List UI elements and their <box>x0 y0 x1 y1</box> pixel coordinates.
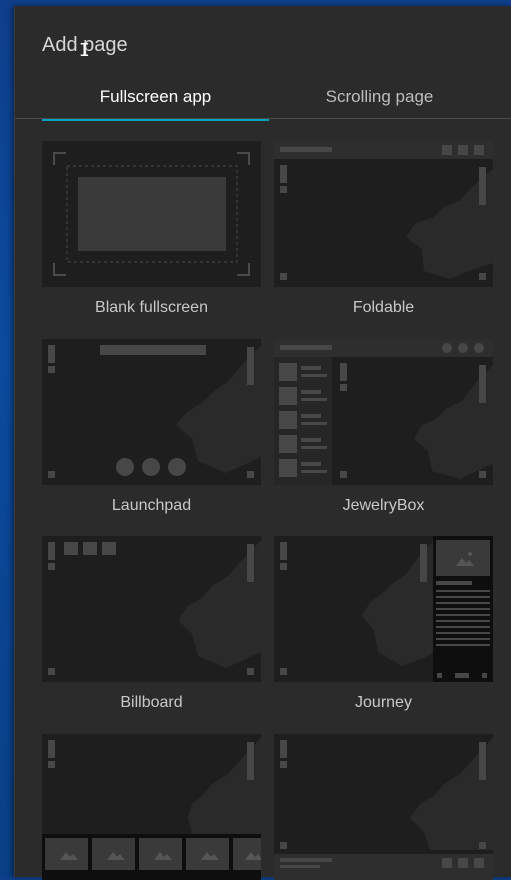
tab-fullscreen-app[interactable]: Fullscreen app <box>42 82 269 121</box>
jewelrybox-preview <box>274 339 493 485</box>
tab-divider <box>15 118 511 119</box>
template-label: JewelryBox <box>342 497 425 514</box>
template-label: Launchpad <box>111 497 192 514</box>
template-label: Foldable <box>352 299 415 316</box>
foldable-preview <box>274 141 493 287</box>
add-page-panel: Add page I Fullscreen app Scrolling page… <box>14 6 511 880</box>
text-cursor-icon: I <box>79 40 90 61</box>
launchpad-preview <box>42 339 261 485</box>
gallery-strip-preview <box>42 734 261 880</box>
template-label: Billboard <box>120 694 183 711</box>
tab-scrolling-page[interactable]: Scrolling page <box>275 82 484 118</box>
journey-preview <box>274 536 493 682</box>
blank-fullscreen-preview <box>42 141 261 287</box>
tab-bar: Fullscreen app Scrolling page <box>42 82 511 121</box>
footer-bar-preview <box>274 734 493 880</box>
billboard-preview <box>42 536 261 682</box>
template-label: Blank fullscreen <box>95 299 208 316</box>
template-label: Journey <box>355 694 412 711</box>
